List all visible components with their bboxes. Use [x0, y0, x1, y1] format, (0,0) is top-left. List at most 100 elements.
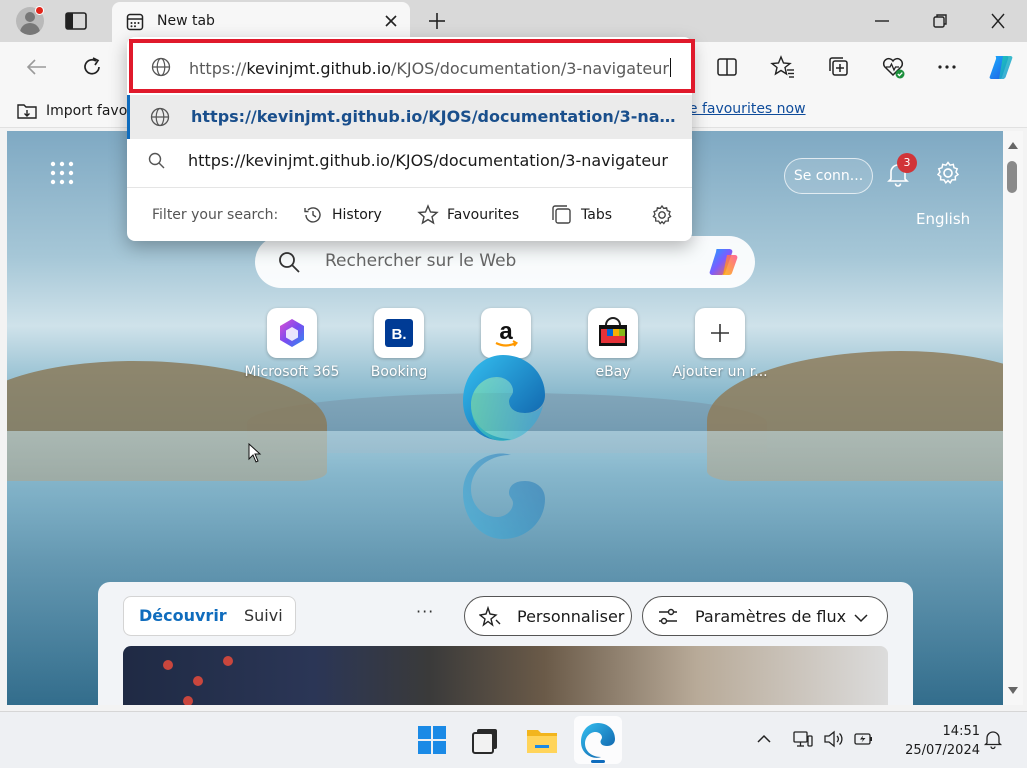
star-icon: [417, 204, 439, 225]
search-icon: [148, 152, 165, 169]
address-bar[interactable]: https://kevinjmt.github.io/KJOS/document…: [129, 39, 695, 93]
quick-link-booking[interactable]: B. Booking: [344, 308, 454, 388]
tab-discover[interactable]: Découvrir: [139, 606, 227, 625]
image-pattern-dot: [163, 660, 173, 670]
edge-logo-icon: [463, 355, 545, 441]
globe-icon: [150, 107, 170, 127]
feed-settings-button[interactable]: Paramètres de flux: [642, 596, 888, 636]
filter-history-label: History: [332, 207, 382, 223]
profile-head-shape: [25, 12, 35, 22]
feed-more-button[interactable]: ···: [416, 602, 434, 621]
file-explorer-button[interactable]: [518, 716, 566, 764]
more-options-icon[interactable]: [934, 54, 960, 80]
page-settings-gear-icon[interactable]: [935, 160, 961, 186]
address-bar-dropdown: https://kevinjmt.github.io/KJOS/document…: [127, 37, 695, 241]
notification-center-bell-icon[interactable]: [982, 728, 1004, 750]
favourites-star-icon[interactable]: [770, 54, 796, 80]
import-folder-icon: [17, 104, 37, 119]
browser-essentials-heart-icon[interactable]: [880, 54, 906, 80]
web-search-box[interactable]: Rechercher sur le Web: [255, 236, 755, 288]
system-clock[interactable]: 14:51 25/07/2024: [880, 722, 980, 760]
personalize-label: Personnaliser: [517, 607, 625, 626]
page-scrollbar[interactable]: [1003, 131, 1023, 705]
collections-icon[interactable]: [826, 54, 852, 80]
add-quick-link[interactable]: Ajouter un r...: [665, 308, 775, 388]
filter-favourites-button[interactable]: Favourites: [417, 202, 519, 228]
filter-history-button[interactable]: History: [302, 202, 382, 228]
microsoft-365-tile-box: [267, 308, 317, 358]
app-launcher-grid-icon[interactable]: [49, 160, 75, 186]
image-pattern-dot: [193, 676, 203, 686]
profile-status-dot: [35, 6, 44, 15]
clock-time: 14:51: [942, 724, 980, 739]
back-arrow-icon[interactable]: [24, 54, 50, 80]
scroll-down-arrow-icon[interactable]: [1008, 687, 1018, 695]
feed-settings-label: Paramètres de flux: [695, 607, 847, 626]
quick-link-label: Booking: [370, 364, 428, 380]
suggestion-text: https://kevinjmt.github.io/KJOS/document…: [188, 151, 668, 170]
refresh-icon[interactable]: [79, 54, 105, 80]
url-path: /KJOS/documentation/3-navigateur: [390, 59, 669, 78]
mouse-cursor-icon: [248, 443, 262, 463]
tab-new-tab[interactable]: New tab: [112, 2, 410, 42]
task-view-icon: [472, 729, 497, 754]
feed-article-image[interactable]: [123, 646, 888, 705]
manage-favourites-link[interactable]: ge favourites now: [680, 101, 806, 117]
edge-taskbar-button[interactable]: [574, 716, 622, 764]
svg-text:B.: B.: [392, 326, 407, 343]
minimize-icon[interactable]: [872, 12, 892, 30]
folder-icon: [527, 730, 557, 753]
split-screen-icon[interactable]: [714, 54, 740, 80]
battery-charging-icon[interactable]: [852, 728, 874, 750]
close-window-icon[interactable]: [988, 12, 1008, 30]
edge-icon: [581, 723, 615, 758]
search-icon: [279, 252, 300, 273]
new-tab-page-icon: [126, 13, 144, 31]
search-placeholder: Rechercher sur le Web: [325, 251, 517, 271]
filter-favourites-label: Favourites: [447, 207, 520, 223]
booking-logo-icon: B.: [385, 319, 413, 347]
close-tab-icon[interactable]: [382, 12, 400, 30]
restore-icon[interactable]: [930, 12, 950, 30]
search-settings-gear-icon[interactable]: [651, 204, 673, 226]
new-tab-plus-icon[interactable]: [426, 10, 448, 32]
start-button[interactable]: [408, 716, 456, 764]
image-pattern-dot: [223, 656, 233, 666]
quick-link-label: Ajouter un r...: [672, 364, 768, 380]
filter-tabs-label: Tabs: [581, 207, 612, 223]
sliders-icon: [659, 608, 677, 625]
import-favourites-button[interactable]: Import favou: [16, 100, 136, 122]
network-icon[interactable]: [792, 728, 814, 750]
windows-taskbar: 14:51 25/07/2024: [0, 711, 1027, 768]
filter-tabs-button[interactable]: Tabs: [551, 202, 612, 228]
tabs-icon: [552, 205, 571, 224]
feed-tab-switcher: Découvrir Suivi: [123, 596, 296, 636]
scroll-up-arrow-icon[interactable]: [1008, 141, 1018, 149]
clock-date: 25/07/2024: [905, 743, 980, 758]
notification-count-badge: 3: [897, 153, 917, 173]
sign-in-button[interactable]: Se conn...: [784, 158, 873, 194]
show-hidden-icons-chevron-icon[interactable]: [753, 728, 775, 750]
personalize-button[interactable]: Personnaliser: [464, 596, 632, 636]
history-clock-icon: [304, 207, 321, 223]
quick-link-microsoft-365[interactable]: Microsoft 365: [237, 308, 347, 388]
suggestion-row[interactable]: https://kevinjmt.github.io/KJOS/document…: [127, 95, 692, 139]
scrollbar-thumb[interactable]: [1007, 161, 1017, 193]
copilot-icon[interactable]: [986, 53, 1016, 81]
quick-link-ebay[interactable]: eBay: [558, 308, 668, 388]
active-app-indicator: [591, 760, 605, 763]
microsoft-365-logo-icon: [280, 319, 304, 347]
volume-icon[interactable]: [822, 728, 844, 750]
ebay-bag-logo-icon: [599, 317, 627, 346]
chevron-down-icon: [854, 614, 868, 623]
suggestion-row[interactable]: https://kevinjmt.github.io/KJOS/document…: [127, 139, 692, 183]
profile-body-shape: [20, 23, 40, 35]
language-toggle[interactable]: English: [916, 210, 970, 228]
url-host: kevinjmt.github.io: [246, 59, 391, 78]
tab-title: New tab: [157, 13, 215, 29]
copilot-search-icon[interactable]: [705, 247, 741, 277]
tab-actions-icon[interactable]: [64, 11, 88, 31]
ebay-tile-box: [588, 308, 638, 358]
task-view-button[interactable]: [462, 716, 510, 764]
tab-following[interactable]: Suivi: [244, 606, 283, 625]
